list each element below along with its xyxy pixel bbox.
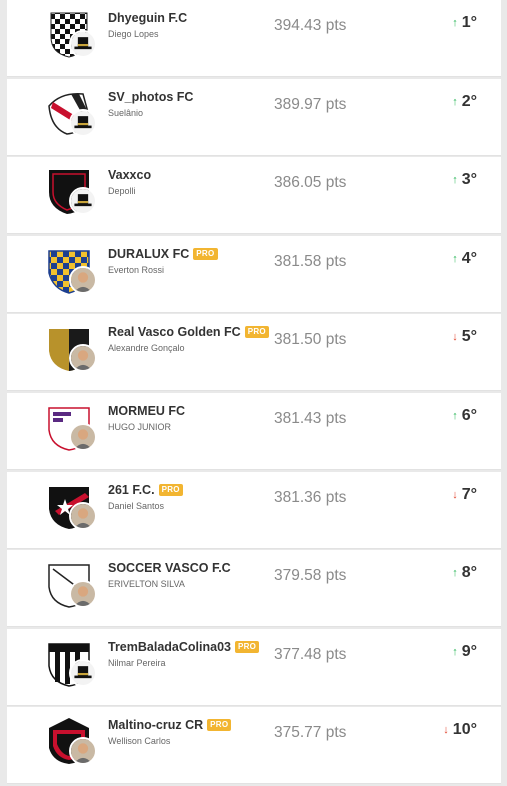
rank-position: 6°	[461, 406, 477, 424]
rank-indicator: ↑ 6°	[452, 407, 477, 425]
arrow-up-icon: ↑	[452, 252, 458, 265]
rank-indicator: ↑ 9°	[452, 643, 477, 661]
ranking-row[interactable]: Maltino-cruz CR PRO Wellison Carlos 375.…	[7, 707, 501, 785]
owner-name: Suelânio	[108, 107, 144, 118]
team-points: 377.48 pts	[274, 645, 347, 663]
ranking-row[interactable]: TremBaladaColina03 PRO Nilmar Pereira 37…	[7, 628, 501, 706]
pro-badge: PRO	[244, 326, 269, 339]
rank-indicator: ↑ 2°	[452, 93, 477, 111]
team-points: 394.43 pts	[274, 17, 347, 34]
rank-position: 8°	[461, 564, 477, 582]
team-name: Dhyeguin F.C	[108, 11, 188, 25]
rank-position: 9°	[461, 642, 477, 660]
owner-name: Wellison Carlos	[108, 736, 171, 747]
team-name: Maltino-cruz CR	[108, 718, 204, 733]
rank-indicator: ↓ 7°	[452, 486, 477, 504]
owner-name: HUGO JUNIOR	[108, 421, 171, 432]
rank-indicator: ↑ 3°	[452, 171, 477, 189]
team-name: Vaxxco	[108, 168, 152, 183]
team-name: DURALUX FC	[108, 246, 190, 261]
owner-avatar	[69, 108, 97, 137]
owner-name: Nilmar Pereira	[108, 657, 166, 668]
owner-avatar	[69, 422, 97, 451]
arrow-down-icon: ↓	[452, 488, 458, 501]
team-points: 379.58 pts	[274, 567, 347, 585]
rank-indicator: ↑ 8°	[452, 564, 477, 582]
rank-position: 5°	[461, 328, 477, 346]
ranking-row[interactable]: 261 F.C. PRO Daniel Santos 381.36 pts ↓ …	[7, 471, 501, 549]
pro-badge: PRO	[207, 719, 232, 732]
owner-avatar	[69, 580, 97, 609]
arrow-up-icon: ↑	[452, 17, 458, 29]
owner-avatar	[69, 658, 97, 687]
owner-name: Depolli	[108, 186, 136, 197]
team-name: SV_photos FC	[108, 89, 194, 104]
rank-position: 1°	[461, 14, 477, 31]
ranking-row[interactable]: Vaxxco Depolli 386.05 pts ↑ 3°	[7, 157, 501, 235]
team-points: 381.50 pts	[274, 331, 347, 349]
arrow-up-icon: ↑	[452, 645, 458, 658]
arrow-up-icon: ↑	[452, 409, 458, 422]
team-points: 389.97 pts	[274, 95, 347, 113]
rank-position: 2°	[461, 92, 477, 110]
rank-indicator: ↑ 1°	[452, 14, 477, 32]
team-points: 386.05 pts	[274, 174, 347, 192]
team-name: TremBaladaColina03	[108, 639, 231, 654]
ranking-row[interactable]: MORMEU FC HUGO JUNIOR 381.43 pts ↑ 6°	[7, 392, 501, 470]
owner-avatar	[69, 501, 97, 530]
arrow-up-icon: ↑	[452, 567, 458, 580]
rank-indicator: ↓ 10°	[443, 721, 477, 739]
owner-avatar	[69, 30, 97, 58]
owner-name: Alexandre Gonçalo	[108, 343, 185, 354]
arrow-down-icon: ↓	[443, 724, 449, 737]
pro-badge: PRO	[193, 247, 218, 260]
owner-avatar	[69, 187, 97, 216]
rank-position: 10°	[452, 721, 477, 739]
rank-position: 3°	[461, 171, 477, 189]
team-name: MORMEU FC	[108, 403, 186, 418]
rank-indicator: ↓ 5°	[452, 328, 477, 346]
pro-badge: PRO	[158, 483, 183, 496]
arrow-up-icon: ↑	[452, 95, 458, 108]
owner-name: Daniel Santos	[108, 500, 165, 511]
owner-avatar	[69, 265, 97, 294]
team-points: 381.58 pts	[274, 252, 347, 270]
team-name: Real Vasco Golden FC	[108, 325, 241, 340]
ranking-row[interactable]: SOCCER VASCO F.C ERIVELTON SILVA 379.58 …	[7, 550, 501, 628]
ranking-row[interactable]: Real Vasco Golden FC PRO Alexandre Gonça…	[7, 314, 501, 392]
arrow-up-icon: ↑	[452, 174, 458, 187]
team-points: 381.43 pts	[274, 409, 347, 427]
ranking-row[interactable]: SV_photos FC Suelânio 389.97 pts ↑ 2°	[7, 78, 501, 156]
owner-name: ERIVELTON SILVA	[108, 579, 185, 590]
team-name: 261 F.C.	[108, 482, 155, 497]
rank-position: 7°	[461, 485, 477, 503]
team-points: 381.36 pts	[274, 488, 347, 506]
rank-position: 4°	[461, 249, 477, 267]
team-name: SOCCER VASCO F.C	[108, 561, 231, 576]
arrow-down-icon: ↓	[452, 331, 458, 344]
owner-name: Diego Lopes	[108, 29, 159, 39]
team-points: 375.77 pts	[274, 724, 347, 742]
rank-indicator: ↑ 4°	[452, 250, 477, 268]
owner-name: Everton Rossi	[108, 264, 165, 275]
ranking-row[interactable]: DURALUX FC PRO Everton Rossi 381.58 pts …	[7, 235, 501, 313]
league-ranking-list: Dhyeguin F.C Diego Lopes 394.43 pts ↑ 1°…	[7, 0, 501, 786]
pro-badge: PRO	[234, 640, 260, 653]
ranking-row[interactable]: Dhyeguin F.C Diego Lopes 394.43 pts ↑ 1°	[7, 0, 501, 77]
